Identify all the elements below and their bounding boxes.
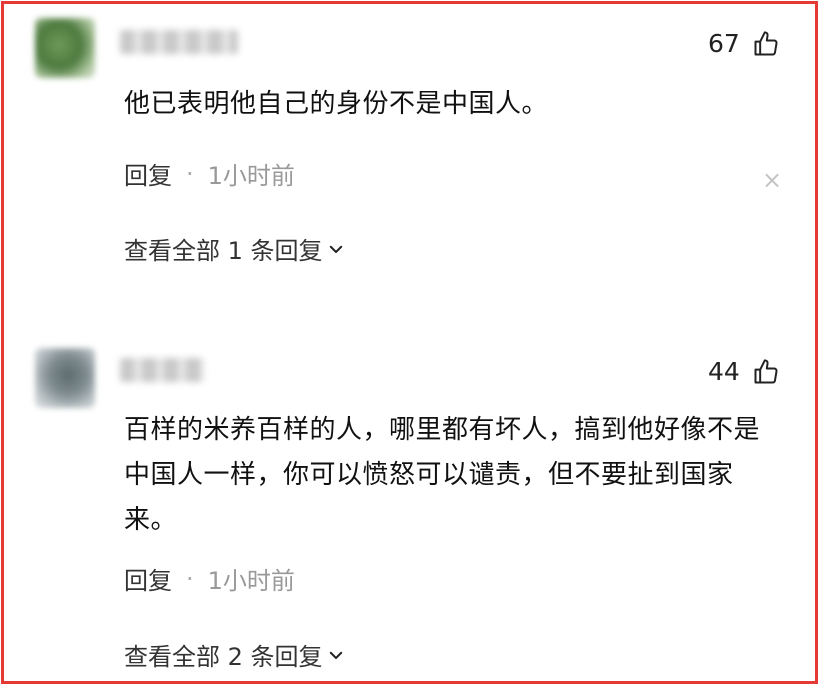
comment-meta: 回复 · 1小时前 [124, 561, 295, 596]
view-replies-label: 查看全部 1 条回复 [124, 237, 323, 265]
separator: · [186, 159, 194, 188]
like-count: 44 [708, 357, 740, 386]
chevron-down-icon [329, 651, 342, 659]
reply-button[interactable]: 回复 [124, 561, 172, 596]
view-replies-link[interactable]: 查看全部 1 条回复 [124, 231, 345, 266]
thumbs-up-icon [754, 358, 778, 383]
timestamp: 1小时前 [207, 162, 295, 190]
username-redacted[interactable] [120, 358, 204, 382]
username-redacted[interactable] [120, 30, 238, 54]
comment-text: 他已表明他自己的身份不是中国人。 [124, 89, 549, 119]
avatar[interactable] [35, 348, 95, 408]
reply-button[interactable]: 回复 [124, 156, 172, 191]
view-replies-link[interactable]: 查看全部 2 条回复 [124, 637, 345, 672]
thumbs-up-icon [754, 30, 778, 55]
like-count: 67 [708, 29, 740, 58]
separator: · [186, 564, 194, 593]
comment-text: 百样的米养百样的人，哪里都有坏人，搞到他好像不是中国人一样，你可以愤怒可以谴责，… [124, 415, 761, 535]
like-button[interactable]: 67 [708, 29, 780, 58]
timestamp: 1小时前 [207, 567, 295, 595]
chevron-down-icon [329, 245, 342, 253]
close-icon[interactable]: × [762, 166, 782, 194]
avatar[interactable] [35, 18, 95, 78]
view-replies-label: 查看全部 2 条回复 [124, 643, 323, 671]
comment-meta: 回复 · 1小时前 [124, 156, 295, 191]
like-button[interactable]: 44 [708, 357, 780, 386]
